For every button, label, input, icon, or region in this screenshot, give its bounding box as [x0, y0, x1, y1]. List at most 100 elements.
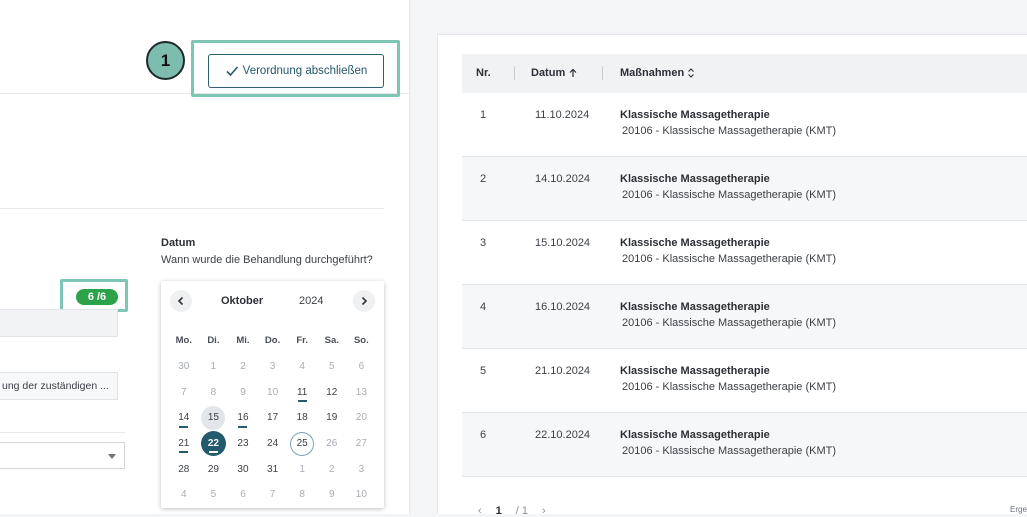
calendar-day[interactable]: 8 [287, 482, 317, 508]
date-question: Wann wurde die Behandlung durchgeführt? [161, 254, 373, 266]
calendar-day-label: 26 [326, 438, 338, 450]
calendar-day-label: 31 [267, 463, 279, 475]
calendar-day[interactable]: 28 [169, 456, 199, 482]
weekday-label: Do. [264, 335, 281, 347]
calendar-day[interactable]: 19 [317, 405, 347, 431]
calendar-day[interactable]: 8 [199, 379, 229, 405]
calendar-day[interactable]: 7 [258, 482, 288, 508]
cell-measure-code: 20106 - Klassische Massagetherapie (KMT) [622, 317, 836, 329]
calendar-day[interactable]: 5 [317, 354, 347, 380]
calendar-day[interactable]: 13 [347, 379, 377, 405]
calendar-day-label: 15 [201, 405, 226, 430]
calendar-day-label: 28 [178, 463, 190, 475]
calendar-day[interactable]: 4 [287, 354, 317, 380]
cell-date: 22.10.2024 [535, 429, 591, 441]
prev-page-button[interactable]: ‹ [478, 505, 482, 517]
table-row[interactable]: 6 22.10.2024 Klassische Massagetherapie 201… [462, 413, 1027, 477]
calendar-day[interactable]: 17 [258, 405, 288, 431]
calendar-day[interactable]: 26 [317, 431, 347, 457]
sort-updown-icon [688, 68, 695, 78]
complete-button-label: Verordnung abschließen [242, 65, 368, 77]
calendar-day[interactable]: 30 [169, 354, 199, 380]
cell-measure-code: 20106 - Klassische Massagetherapie (KMT) [622, 253, 836, 265]
table-header: Nr. Datum Maßnahmen [462, 54, 1027, 93]
calendar-day[interactable]: 2 [228, 354, 258, 380]
divider [0, 208, 384, 209]
select-dropdown[interactable] [0, 442, 125, 469]
cell-date: 11.10.2024 [535, 109, 590, 121]
calendar-day[interactable]: 20 [347, 405, 377, 431]
calendar-day[interactable]: 9 [317, 482, 347, 508]
calendar-day[interactable]: 15 [199, 405, 229, 431]
pagination: ‹ 1 / 1 › [478, 505, 546, 517]
date-label: Datum [161, 237, 196, 249]
input-field[interactable] [0, 309, 118, 337]
calendar-month[interactable]: Oktober [221, 295, 263, 307]
calendar-day[interactable]: 22 [199, 431, 229, 457]
cell-measure-code: 20106 - Klassische Massagetherapie (KMT) [622, 445, 836, 457]
calendar-day[interactable]: 29 [199, 456, 229, 482]
calendar-day[interactable]: 10 [347, 482, 377, 508]
calendar-day-label: 10 [355, 489, 367, 501]
table-row[interactable]: 3 15.10.2024 Klassische Massagetherapie 201… [462, 221, 1027, 285]
calendar-day-label: 21 [178, 438, 190, 450]
table-row[interactable]: 2 14.10.2024 Klassische Massagetherapie 201… [462, 157, 1027, 221]
cell-nr: 4 [480, 301, 487, 313]
calendar-day[interactable]: 11 [287, 379, 317, 405]
calendar-day[interactable]: 27 [347, 431, 377, 457]
prev-month-button[interactable] [170, 290, 192, 312]
complete-prescription-button[interactable]: Verordnung abschließen [208, 54, 384, 88]
calendar-day[interactable]: 16 [228, 405, 258, 431]
calendar-day[interactable]: 7 [169, 379, 199, 405]
table-row[interactable]: 5 21.10.2024 Klassische Massagetherapie 201… [462, 349, 1027, 413]
calendar-day[interactable]: 31 [258, 456, 288, 482]
header-label: Datum [531, 67, 566, 79]
calendar-day-label: 23 [237, 438, 249, 450]
calendar-day-label: 7 [269, 489, 276, 501]
calendar-day[interactable]: 25 [287, 431, 317, 457]
calendar-day[interactable]: 24 [258, 431, 288, 457]
current-page[interactable]: 1 [496, 505, 502, 517]
calendar-day[interactable]: 1 [199, 354, 229, 380]
cell-date: 16.10.2024 [535, 301, 591, 313]
column-separator [602, 66, 603, 80]
header-label: Maßnahmen [620, 67, 685, 79]
calendar-day[interactable]: 23 [228, 431, 258, 457]
calendar-day[interactable]: 14 [169, 405, 199, 431]
table-row[interactable]: 1 11.10.2024 Klassische Massagetherapie 201… [462, 93, 1027, 157]
column-header-massnahmen[interactable]: Maßnahmen [620, 67, 695, 79]
calendar-day[interactable]: 6 [228, 482, 258, 508]
calendar-day[interactable]: 18 [287, 405, 317, 431]
calendar-day[interactable]: 6 [347, 354, 377, 380]
cell-measure-code: 20106 - Klassische Massagetherapie (KMT) [622, 125, 836, 137]
calendar-day[interactable]: 12 [317, 379, 347, 405]
column-header-datum[interactable]: Datum [531, 67, 578, 79]
calendar-day[interactable]: 21 [169, 431, 199, 457]
calendar-day[interactable]: 30 [228, 456, 258, 482]
total-pages: / 1 [515, 505, 529, 517]
calendar-day[interactable]: 3 [347, 456, 377, 482]
truncated-select-field[interactable]: ung der zuständigen ... [0, 372, 118, 400]
calendar-day[interactable]: 3 [258, 354, 288, 380]
calendar-year[interactable]: 2024 [299, 295, 323, 307]
calendar-day[interactable]: 2 [317, 456, 347, 482]
calendar-day-label: 18 [296, 412, 308, 424]
calendar-day-label: 17 [267, 412, 279, 424]
calendar-day[interactable]: 10 [258, 379, 288, 405]
arrow-up-icon [569, 68, 577, 77]
calendar-day-label: 16 [237, 412, 249, 424]
calendar-day[interactable]: 5 [199, 482, 229, 508]
table-row[interactable]: 4 16.10.2024 Klassische Massagetherapie 201… [462, 285, 1027, 349]
calendar-day[interactable]: 1 [287, 456, 317, 482]
header-label: Nr. [476, 67, 491, 79]
cell-measure-title: Klassische Massagetherapie [620, 365, 770, 377]
calendar-day-label: 6 [240, 489, 246, 501]
calendar-day-label: 10 [267, 386, 279, 398]
next-page-button[interactable]: › [542, 505, 546, 517]
next-month-button[interactable] [353, 290, 375, 312]
calendar-day[interactable]: 9 [228, 379, 258, 405]
cell-nr: 2 [480, 173, 487, 185]
chevron-right-icon [361, 296, 368, 306]
calendar-day[interactable]: 4 [169, 482, 199, 508]
calendar-day-label: 24 [267, 438, 279, 450]
